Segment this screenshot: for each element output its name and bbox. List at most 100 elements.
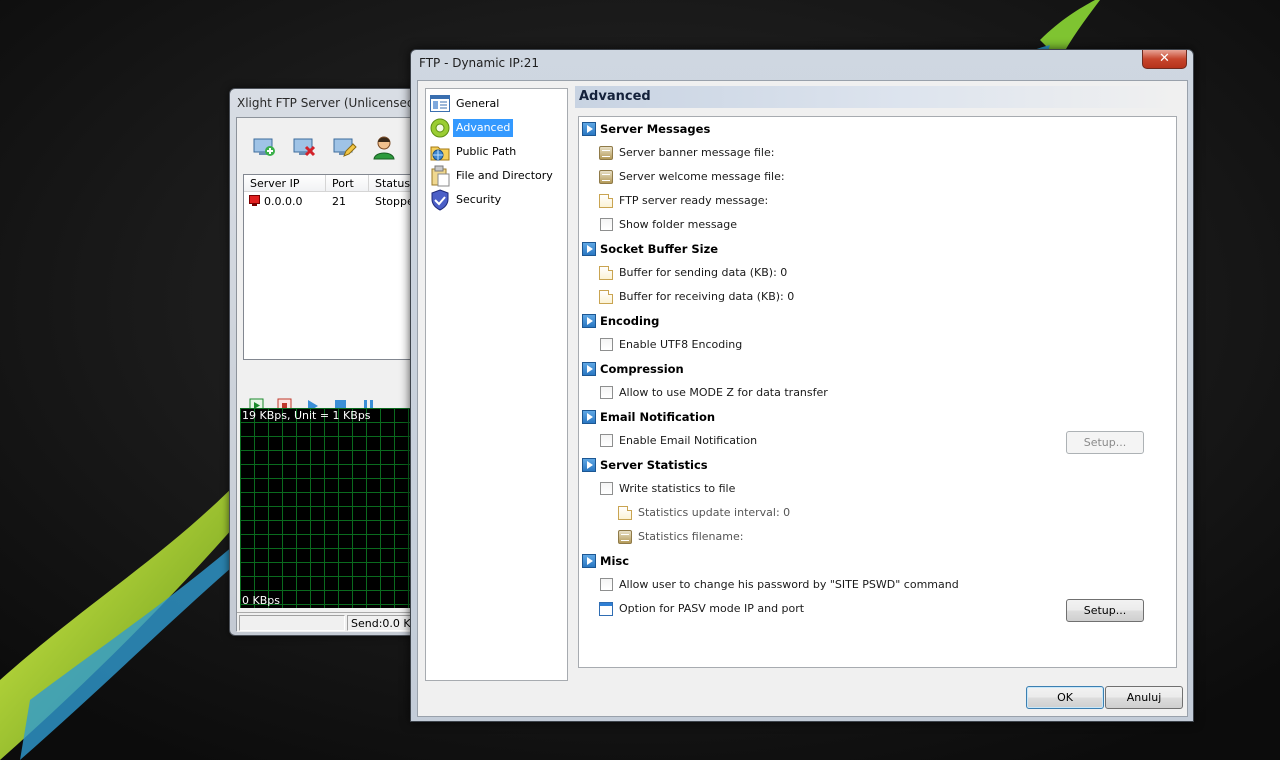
column-header-port[interactable]: Port <box>326 175 369 192</box>
close-icon: ✕ <box>1159 51 1170 66</box>
setting-buffer-receiving[interactable]: Buffer for receiving data (KB): 0 <box>599 287 1159 307</box>
section-label: Server Statistics <box>600 458 708 472</box>
server-stopped-icon <box>249 195 260 206</box>
expand-arrow-icon <box>582 122 596 136</box>
setting-server-banner-message[interactable]: Server banner message file: <box>599 143 1159 163</box>
setting-label: Statistics filename: <box>638 530 744 543</box>
advanced-settings-pane: Server Messages Server banner message fi… <box>578 116 1177 668</box>
setting-label: Show folder message <box>619 218 738 231</box>
ftp-properties-dialog: FTP - Dynamic IP:21 ✕ General Advanced P… <box>410 49 1194 722</box>
setting-label: Buffer for receiving data (KB): 0 <box>619 290 795 303</box>
checkbox-show-folder-message[interactable] <box>600 218 613 231</box>
setting-label: Option for PASV mode IP and port <box>619 602 805 615</box>
pasv-setup-button[interactable]: Setup... <box>1066 599 1144 622</box>
nav-label: Advanced <box>453 119 514 137</box>
nav-item-general[interactable]: General <box>426 92 568 116</box>
setting-mode-z[interactable]: Allow to use MODE Z for data transfer <box>599 383 1159 403</box>
graph-zero-label: 0 KBps <box>242 594 280 607</box>
section-email-notification[interactable]: Email Notification <box>579 407 1169 427</box>
public-path-icon <box>429 141 451 163</box>
cell-server-ip: 0.0.0.0 <box>264 195 303 208</box>
close-button[interactable]: ✕ <box>1142 50 1187 69</box>
nav-label: File and Directory <box>456 169 553 182</box>
main-window-client: Server IP Port Status 0.0.0.0 21 Stoppe <box>236 117 430 632</box>
setting-statistics-filename[interactable]: Statistics filename: <box>618 527 1178 547</box>
cancel-button[interactable]: Anuluj <box>1105 686 1183 709</box>
setting-statistics-interval[interactable]: Statistics update interval: 0 <box>618 503 1178 523</box>
file-directory-icon <box>429 165 451 187</box>
dialog-client: General Advanced Public Path File and Di… <box>417 80 1188 717</box>
setting-label: Server welcome message file: <box>619 170 785 183</box>
email-setup-button[interactable]: Setup... <box>1066 431 1144 454</box>
checkbox-enable-email-notification[interactable] <box>600 434 613 447</box>
setting-label: Server banner message file: <box>619 146 775 159</box>
expand-arrow-icon <box>582 410 596 424</box>
expand-arrow-icon <box>582 314 596 328</box>
message-file-icon <box>618 530 632 544</box>
setting-buffer-sending[interactable]: Buffer for sending data (KB): 0 <box>599 263 1159 283</box>
table-row[interactable]: 0.0.0.0 21 Stoppe <box>244 192 422 210</box>
nav-label: General <box>456 97 500 110</box>
message-file-icon <box>599 170 613 184</box>
security-shield-icon <box>429 189 451 211</box>
server-list[interactable]: Server IP Port Status 0.0.0.0 21 Stoppe <box>243 174 423 360</box>
section-label: Misc <box>600 554 630 568</box>
expand-arrow-icon <box>582 242 596 256</box>
add-server-icon[interactable] <box>251 134 277 160</box>
checkbox-site-pswd[interactable] <box>600 578 613 591</box>
document-icon <box>599 194 613 208</box>
delete-server-icon[interactable] <box>291 134 317 160</box>
document-icon <box>618 506 632 520</box>
settings-nav-tree: General Advanced Public Path File and Di… <box>425 88 568 681</box>
setting-site-pswd[interactable]: Allow user to change his password by "SI… <box>599 575 1159 595</box>
setting-label: Enable Email Notification <box>619 434 758 447</box>
setting-write-statistics[interactable]: Write statistics to file <box>599 479 1159 499</box>
cell-status: Stoppe <box>375 195 414 208</box>
nav-item-advanced[interactable]: Advanced <box>426 116 568 140</box>
section-label: Email Notification <box>600 410 716 424</box>
nav-item-file-and-directory[interactable]: File and Directory <box>426 164 568 188</box>
window-options-icon <box>599 602 613 616</box>
expand-arrow-icon <box>582 362 596 376</box>
setting-label: Enable UTF8 Encoding <box>619 338 743 351</box>
setting-show-folder-message[interactable]: Show folder message <box>599 215 1159 235</box>
advanced-gear-icon <box>429 117 451 139</box>
section-encoding[interactable]: Encoding <box>579 311 1169 331</box>
nav-item-security[interactable]: Security <box>426 188 568 212</box>
bandwidth-graph: 19 KBps, Unit = 1 KBps 0 KBps <box>240 408 428 608</box>
nav-item-public-path[interactable]: Public Path <box>426 140 568 164</box>
section-server-messages[interactable]: Server Messages <box>579 119 1169 139</box>
ok-button[interactable]: OK <box>1026 686 1104 709</box>
pane-title: Advanced <box>579 89 651 104</box>
section-compression[interactable]: Compression <box>579 359 1169 379</box>
setting-label: Buffer for sending data (KB): 0 <box>619 266 788 279</box>
setting-label: Write statistics to file <box>619 482 736 495</box>
checkbox-mode-z[interactable] <box>600 386 613 399</box>
expand-arrow-icon <box>582 554 596 568</box>
dialog-title: FTP - Dynamic IP:21 <box>419 56 540 70</box>
pane-header: Advanced <box>575 86 1176 108</box>
nav-label: Security <box>456 193 502 206</box>
edit-server-icon[interactable] <box>331 134 357 160</box>
section-socket-buffer-size[interactable]: Socket Buffer Size <box>579 239 1169 259</box>
setting-enable-utf8[interactable]: Enable UTF8 Encoding <box>599 335 1159 355</box>
cell-port: 21 <box>332 195 346 208</box>
section-label: Compression <box>600 362 684 376</box>
xlight-main-window: Xlight FTP Server (Unlicensed) Server IP… <box>229 88 430 636</box>
general-icon <box>429 93 451 115</box>
setting-server-welcome-message[interactable]: Server welcome message file: <box>599 167 1159 187</box>
setting-label: Allow to use MODE Z for data transfer <box>619 386 828 399</box>
expand-arrow-icon <box>582 458 596 472</box>
user-icon[interactable] <box>371 134 397 160</box>
section-label: Encoding <box>600 314 660 328</box>
setting-label: Statistics update interval: 0 <box>638 506 791 519</box>
checkbox-write-statistics[interactable] <box>600 482 613 495</box>
section-server-statistics[interactable]: Server Statistics <box>579 455 1169 475</box>
setting-label: FTP server ready message: <box>619 194 769 207</box>
section-misc[interactable]: Misc <box>579 551 1169 571</box>
section-label: Socket Buffer Size <box>600 242 719 256</box>
checkbox-enable-utf8[interactable] <box>600 338 613 351</box>
column-header-server-ip[interactable]: Server IP <box>244 175 326 192</box>
message-file-icon <box>599 146 613 160</box>
setting-ftp-ready-message[interactable]: FTP server ready message: <box>599 191 1159 211</box>
